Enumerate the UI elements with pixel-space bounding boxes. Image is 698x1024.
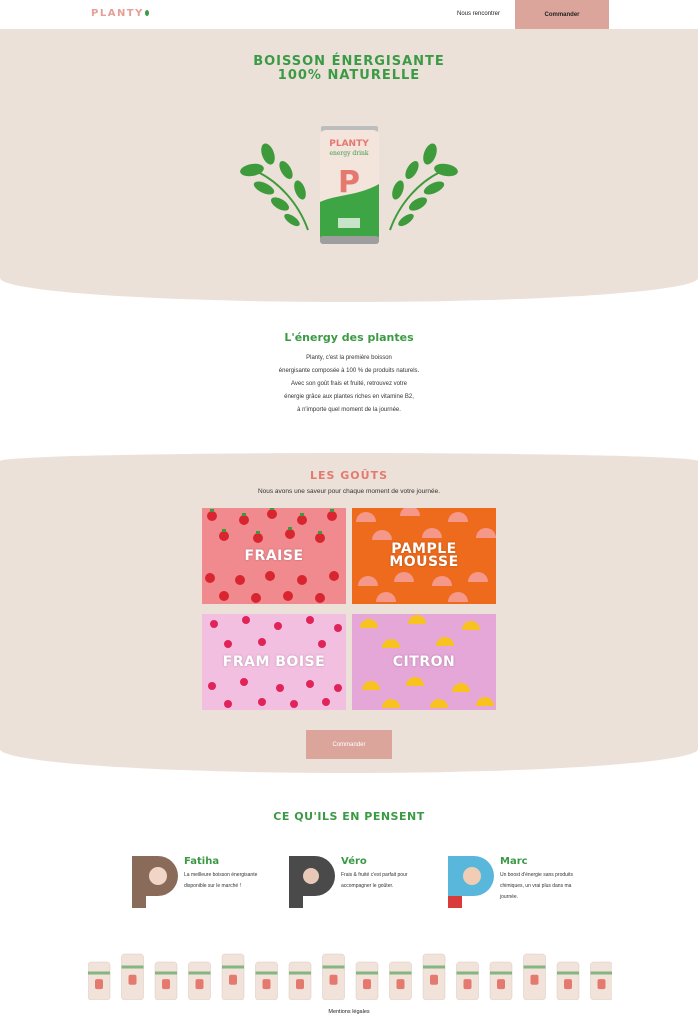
flavour-label: PAMPLE MOUSSE bbox=[389, 541, 459, 570]
can-icon bbox=[255, 961, 278, 1000]
flavours-subtitle: Nous avons une saveur pour chaque moment… bbox=[257, 488, 441, 495]
hero-title-line1: BOISSON ÉNERGISANTE bbox=[253, 54, 445, 69]
can-icon bbox=[389, 961, 412, 1000]
flavours-section: LES GOÛTS Nous avons une saveur pour cha… bbox=[0, 453, 698, 773]
avatar bbox=[289, 856, 335, 908]
logo[interactable]: PLANTY bbox=[91, 8, 149, 19]
flavour-tile-strawberry[interactable]: FRAISE bbox=[202, 508, 346, 604]
flavours-title: LES GOÛTS bbox=[309, 469, 388, 482]
can-icon bbox=[489, 961, 513, 1000]
testimonial-text: Frais & fruité c'est parfait pour accomp… bbox=[341, 872, 408, 889]
can-icon bbox=[154, 961, 178, 1000]
can-icon bbox=[322, 953, 345, 1000]
can-icon bbox=[556, 961, 580, 1000]
intro-line: énergisante composée à 100 % de produits… bbox=[278, 368, 420, 374]
can-icon bbox=[590, 961, 612, 1000]
flavour-tile-raspberry[interactable]: FRAM BOISE bbox=[202, 614, 346, 710]
can-icon bbox=[221, 953, 245, 1000]
intro-line: à n'importe quel moment de la journée. bbox=[297, 407, 401, 413]
testimonial-text: La meilleure boisson énergisante disponi… bbox=[184, 872, 258, 889]
avatar bbox=[132, 856, 178, 908]
testimonial-card: Marc Un boost d'énergie sans produits ch… bbox=[448, 856, 588, 912]
can-icon bbox=[456, 961, 479, 1000]
order-button-flavours[interactable]: Commander bbox=[306, 730, 392, 759]
order-button[interactable]: Commander bbox=[515, 0, 609, 29]
cans-row-image bbox=[88, 953, 612, 1000]
flavour-label: FRAM BOISE bbox=[222, 653, 326, 670]
right-leaves-icon bbox=[389, 143, 458, 231]
testimonial-name: Marc bbox=[500, 856, 528, 867]
svg-text:PLANTY: PLANTY bbox=[329, 139, 369, 149]
testimonial-name: Fatiha bbox=[184, 856, 220, 867]
testimonial-text: Un boost d'énergie sans produits chimiqu… bbox=[500, 872, 573, 900]
testimonial-card: Véro Frais & fruité c'est parfait pour a… bbox=[289, 856, 429, 912]
legal-link[interactable]: Mentions légales bbox=[0, 1009, 698, 1015]
flavour-tile-lemon[interactable]: CITRON bbox=[352, 614, 496, 710]
testimonials-title: CE QU'ILS EN PENSENT bbox=[273, 810, 425, 823]
can-icon bbox=[88, 961, 111, 1000]
testimonial-card: Fatiha La meilleure boisson énergisante … bbox=[132, 856, 272, 912]
can-icon bbox=[88, 953, 612, 1000]
can-icon bbox=[523, 953, 546, 1000]
left-leaves-icon bbox=[240, 143, 309, 231]
intro-title: L'énergy des plantes bbox=[284, 331, 414, 344]
intro-text: Planty, c'est la première boisson énergi… bbox=[249, 352, 449, 417]
leaf-icon bbox=[144, 10, 149, 16]
logo-text: PLANTY bbox=[91, 8, 144, 19]
flavour-label: FRAISE bbox=[244, 547, 304, 564]
site-header: PLANTY Nous rencontrer Commander bbox=[0, 0, 698, 29]
svg-text:energy drink: energy drink bbox=[329, 150, 368, 157]
intro-line: énergie grâce aux plantes riches en vita… bbox=[284, 394, 414, 400]
flavour-label: CITRON bbox=[392, 653, 456, 670]
intro-line: Planty, c'est la première boisson bbox=[306, 355, 392, 361]
nav-link-meet-us[interactable]: Nous rencontrer bbox=[457, 11, 500, 17]
hero-title: BOISSON ÉNERGISANTE 100% NATURELLE bbox=[0, 55, 698, 83]
can-icon bbox=[288, 961, 312, 1000]
testimonial-name: Véro bbox=[341, 856, 367, 867]
can-icon: PLANTY energy drink P bbox=[320, 126, 379, 244]
can-icon bbox=[121, 953, 144, 1000]
hero-title-line2: 100% NATURELLE bbox=[277, 68, 421, 83]
avatar bbox=[448, 856, 494, 908]
svg-text:P: P bbox=[338, 165, 360, 200]
can-icon bbox=[188, 961, 211, 1000]
can-icon bbox=[422, 953, 446, 1000]
flavour-tile-grapefruit[interactable]: PAMPLE MOUSSE bbox=[352, 508, 496, 604]
can-icon bbox=[355, 961, 379, 1000]
energy-drink-can-image: PLANTY energy drink P bbox=[240, 126, 458, 244]
intro-line: Avec son goût frais et fruité, retrouvez… bbox=[291, 381, 407, 387]
